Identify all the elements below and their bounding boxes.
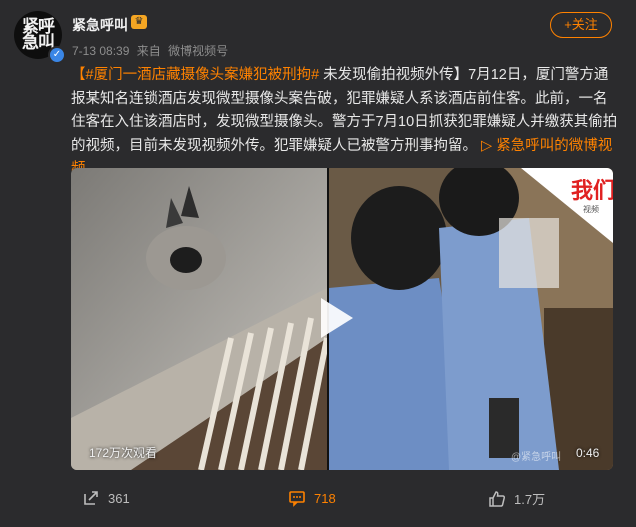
- post-meta: 7-13 08:39 来自 微博视频号: [72, 42, 232, 59]
- video-still-ceiling-camera: [71, 168, 327, 470]
- post-source[interactable]: 微博视频号: [168, 44, 228, 58]
- badge-text: 我们: [571, 179, 613, 204]
- post-text: 【#厦门一酒店藏摄像头案嫌犯被刑拘# 未发现偷拍视频外传】7月12日，厦门警方通…: [71, 64, 619, 182]
- thumbs-up-icon: [489, 490, 506, 507]
- action-bar: 361 718 1.7万: [0, 480, 636, 520]
- username[interactable]: 紧急呼叫: [72, 15, 128, 35]
- avatar-text: 紧呼急叫: [22, 17, 55, 53]
- weibo-post-card: 紧呼急叫 ✓ 紧急呼叫 ♛ 7-13 08:39 来自 微博视频号 +关注 【#…: [0, 0, 636, 527]
- play-icon[interactable]: [321, 298, 353, 338]
- repost-icon: [84, 491, 98, 505]
- source-prefix: 来自: [136, 44, 161, 58]
- link-icon: ▷: [477, 137, 497, 154]
- open-bracket: 【: [71, 67, 86, 83]
- repost-count: 361: [108, 490, 130, 506]
- repost-button[interactable]: 361: [82, 489, 130, 507]
- comment-icon: [289, 491, 305, 507]
- comment-count: 718: [314, 490, 336, 506]
- badge-subtext: 视频: [583, 204, 599, 214]
- like-count: 1.7万: [514, 492, 546, 507]
- hashtag-link[interactable]: #厦门一酒店藏摄像头案嫌犯被刑拘#: [86, 67, 320, 83]
- like-button[interactable]: 1.7万: [488, 489, 545, 508]
- video-player[interactable]: 我们 视频 172万次观看 @紧急呼叫 0:46: [71, 168, 613, 470]
- post-time[interactable]: 7-13 08:39: [72, 44, 129, 58]
- comment-button[interactable]: 718: [288, 489, 336, 507]
- view-count: 172万次观看: [89, 446, 158, 460]
- follow-button[interactable]: +关注: [550, 12, 612, 38]
- news-badge-icon: 我们 视频: [521, 168, 613, 243]
- watermark: @紧急呼叫: [511, 452, 562, 463]
- video-duration: 0:46: [576, 446, 600, 460]
- verified-icon: ✓: [48, 46, 66, 64]
- news-badge: 我们 视频: [501, 168, 613, 248]
- crown-icon[interactable]: ♛: [131, 15, 147, 29]
